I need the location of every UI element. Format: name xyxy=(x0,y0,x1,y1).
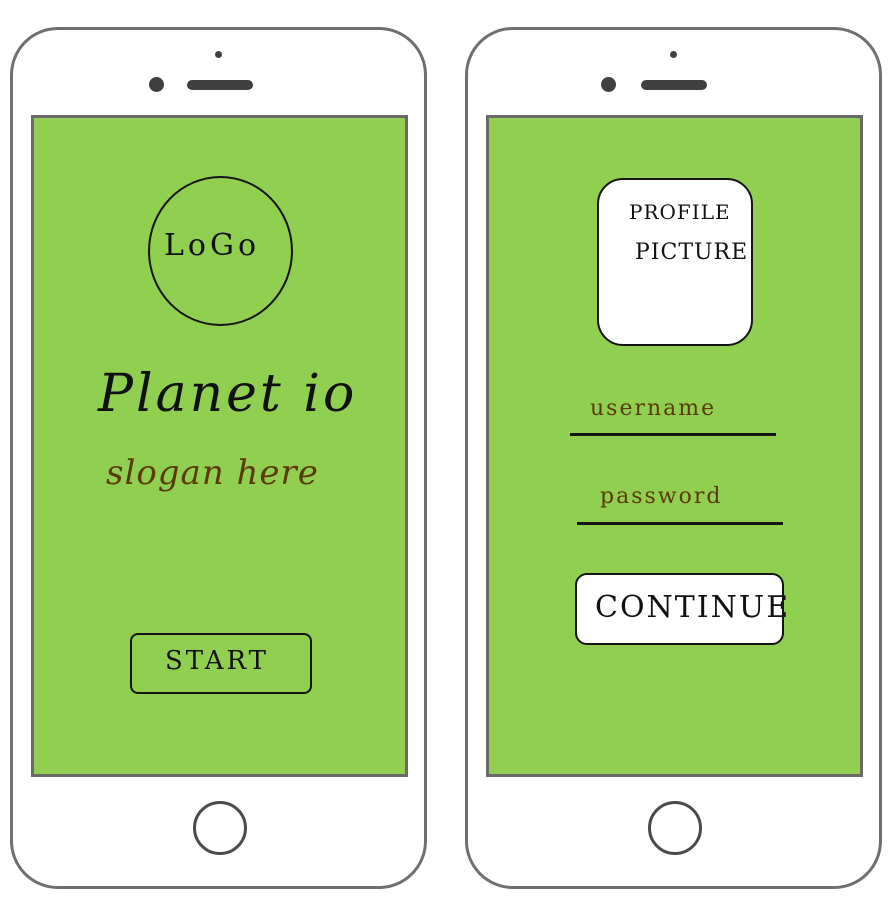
front-camera-icon xyxy=(149,77,164,92)
start-button[interactable]: START xyxy=(130,633,312,694)
start-screen-display: LoGo Planet io slogan here START xyxy=(31,115,408,777)
earpiece-speaker-icon xyxy=(641,80,707,90)
profile-picture-label-line1: PROFILE xyxy=(629,200,731,224)
continue-button-label: CONTINUE xyxy=(595,590,791,625)
username-field[interactable]: username xyxy=(570,388,776,440)
profile-picture-label-line2: PICTURE xyxy=(635,240,749,265)
continue-button[interactable]: CONTINUE xyxy=(575,573,788,645)
slogan-text: slogan here xyxy=(106,453,319,493)
front-camera-icon xyxy=(601,77,616,92)
phone-start-screen: LoGo Planet io slogan here START xyxy=(10,27,427,889)
login-screen-display: PROFILE PICTURE username password CONTIN… xyxy=(486,115,863,777)
logo-label: LoGo xyxy=(164,228,261,263)
password-field[interactable]: password xyxy=(577,478,783,530)
username-underline xyxy=(570,433,776,436)
password-underline xyxy=(577,522,783,525)
front-sensor-icon xyxy=(215,51,222,58)
start-button-label: START xyxy=(165,646,269,676)
logo-placeholder: LoGo xyxy=(148,176,293,326)
app-name-title: Planet io xyxy=(98,364,358,424)
earpiece-speaker-icon xyxy=(187,80,253,90)
front-sensor-icon xyxy=(670,51,677,58)
home-button[interactable] xyxy=(648,801,702,855)
profile-picture-placeholder[interactable]: PROFILE PICTURE xyxy=(597,178,753,346)
password-placeholder: password xyxy=(600,484,723,509)
username-placeholder: username xyxy=(590,396,717,421)
home-button[interactable] xyxy=(193,801,247,855)
phone-login-screen: PROFILE PICTURE username password CONTIN… xyxy=(465,27,882,889)
